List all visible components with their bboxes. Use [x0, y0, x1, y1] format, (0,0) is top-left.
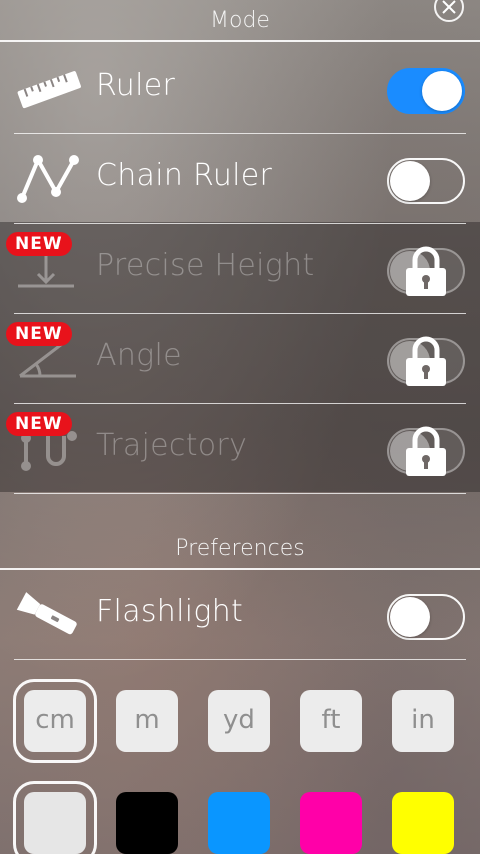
mode-row-precise-height[interactable]: NEW Precise Height — [0, 224, 480, 314]
color-black-button[interactable] — [116, 792, 178, 854]
mode-section-title: Mode — [210, 8, 270, 33]
mode-section-rule — [0, 40, 480, 42]
unit-ft-button[interactable]: ft — [300, 690, 362, 752]
unit-in-button[interactable]: in — [392, 690, 454, 752]
color-magenta-button[interactable] — [300, 792, 362, 854]
flashlight-toggle[interactable] — [387, 594, 465, 640]
color-white-button[interactable] — [13, 781, 97, 854]
chain-ruler-icon — [17, 155, 79, 203]
unit-yd-button[interactable]: yd — [208, 690, 270, 752]
chain-ruler-toggle[interactable] — [387, 158, 465, 204]
unit-m-button[interactable]: m — [116, 690, 178, 752]
lock-icon — [406, 246, 446, 296]
pref-row-flashlight[interactable]: Flashlight — [0, 570, 480, 660]
color-blue-button[interactable] — [208, 792, 270, 854]
mode-label-precise-height: Precise Height — [96, 248, 315, 283]
ruler-icon — [17, 71, 81, 109]
mode-label-ruler: Ruler — [96, 68, 176, 103]
toggle-knob — [422, 71, 462, 111]
mode-row-trajectory[interactable]: NEW Trajectory — [0, 404, 480, 494]
mode-label-angle: Angle — [96, 338, 182, 373]
toggle-knob — [390, 161, 430, 201]
color-yellow-button[interactable] — [392, 792, 454, 854]
row-divider — [14, 493, 466, 494]
new-badge: NEW — [6, 232, 72, 256]
mode-label-trajectory: Trajectory — [96, 428, 248, 463]
ruler-toggle[interactable] — [387, 68, 465, 114]
mode-label-chain-ruler: Chain Ruler — [96, 158, 273, 193]
mode-row-ruler[interactable]: Ruler — [0, 44, 480, 134]
mode-row-angle[interactable]: NEW Angle — [0, 314, 480, 404]
row-divider — [14, 659, 466, 660]
unit-cm-button[interactable]: cm — [13, 679, 97, 763]
preferences-section-title: Preferences — [175, 536, 305, 561]
flashlight-label: Flashlight — [96, 594, 244, 629]
lock-icon — [406, 426, 446, 476]
new-badge: NEW — [6, 412, 72, 436]
flashlight-icon — [16, 592, 77, 635]
lock-icon — [406, 336, 446, 386]
new-badge: NEW — [6, 322, 72, 346]
mode-row-chain-ruler[interactable]: Chain Ruler — [0, 134, 480, 224]
toggle-knob — [390, 597, 430, 637]
